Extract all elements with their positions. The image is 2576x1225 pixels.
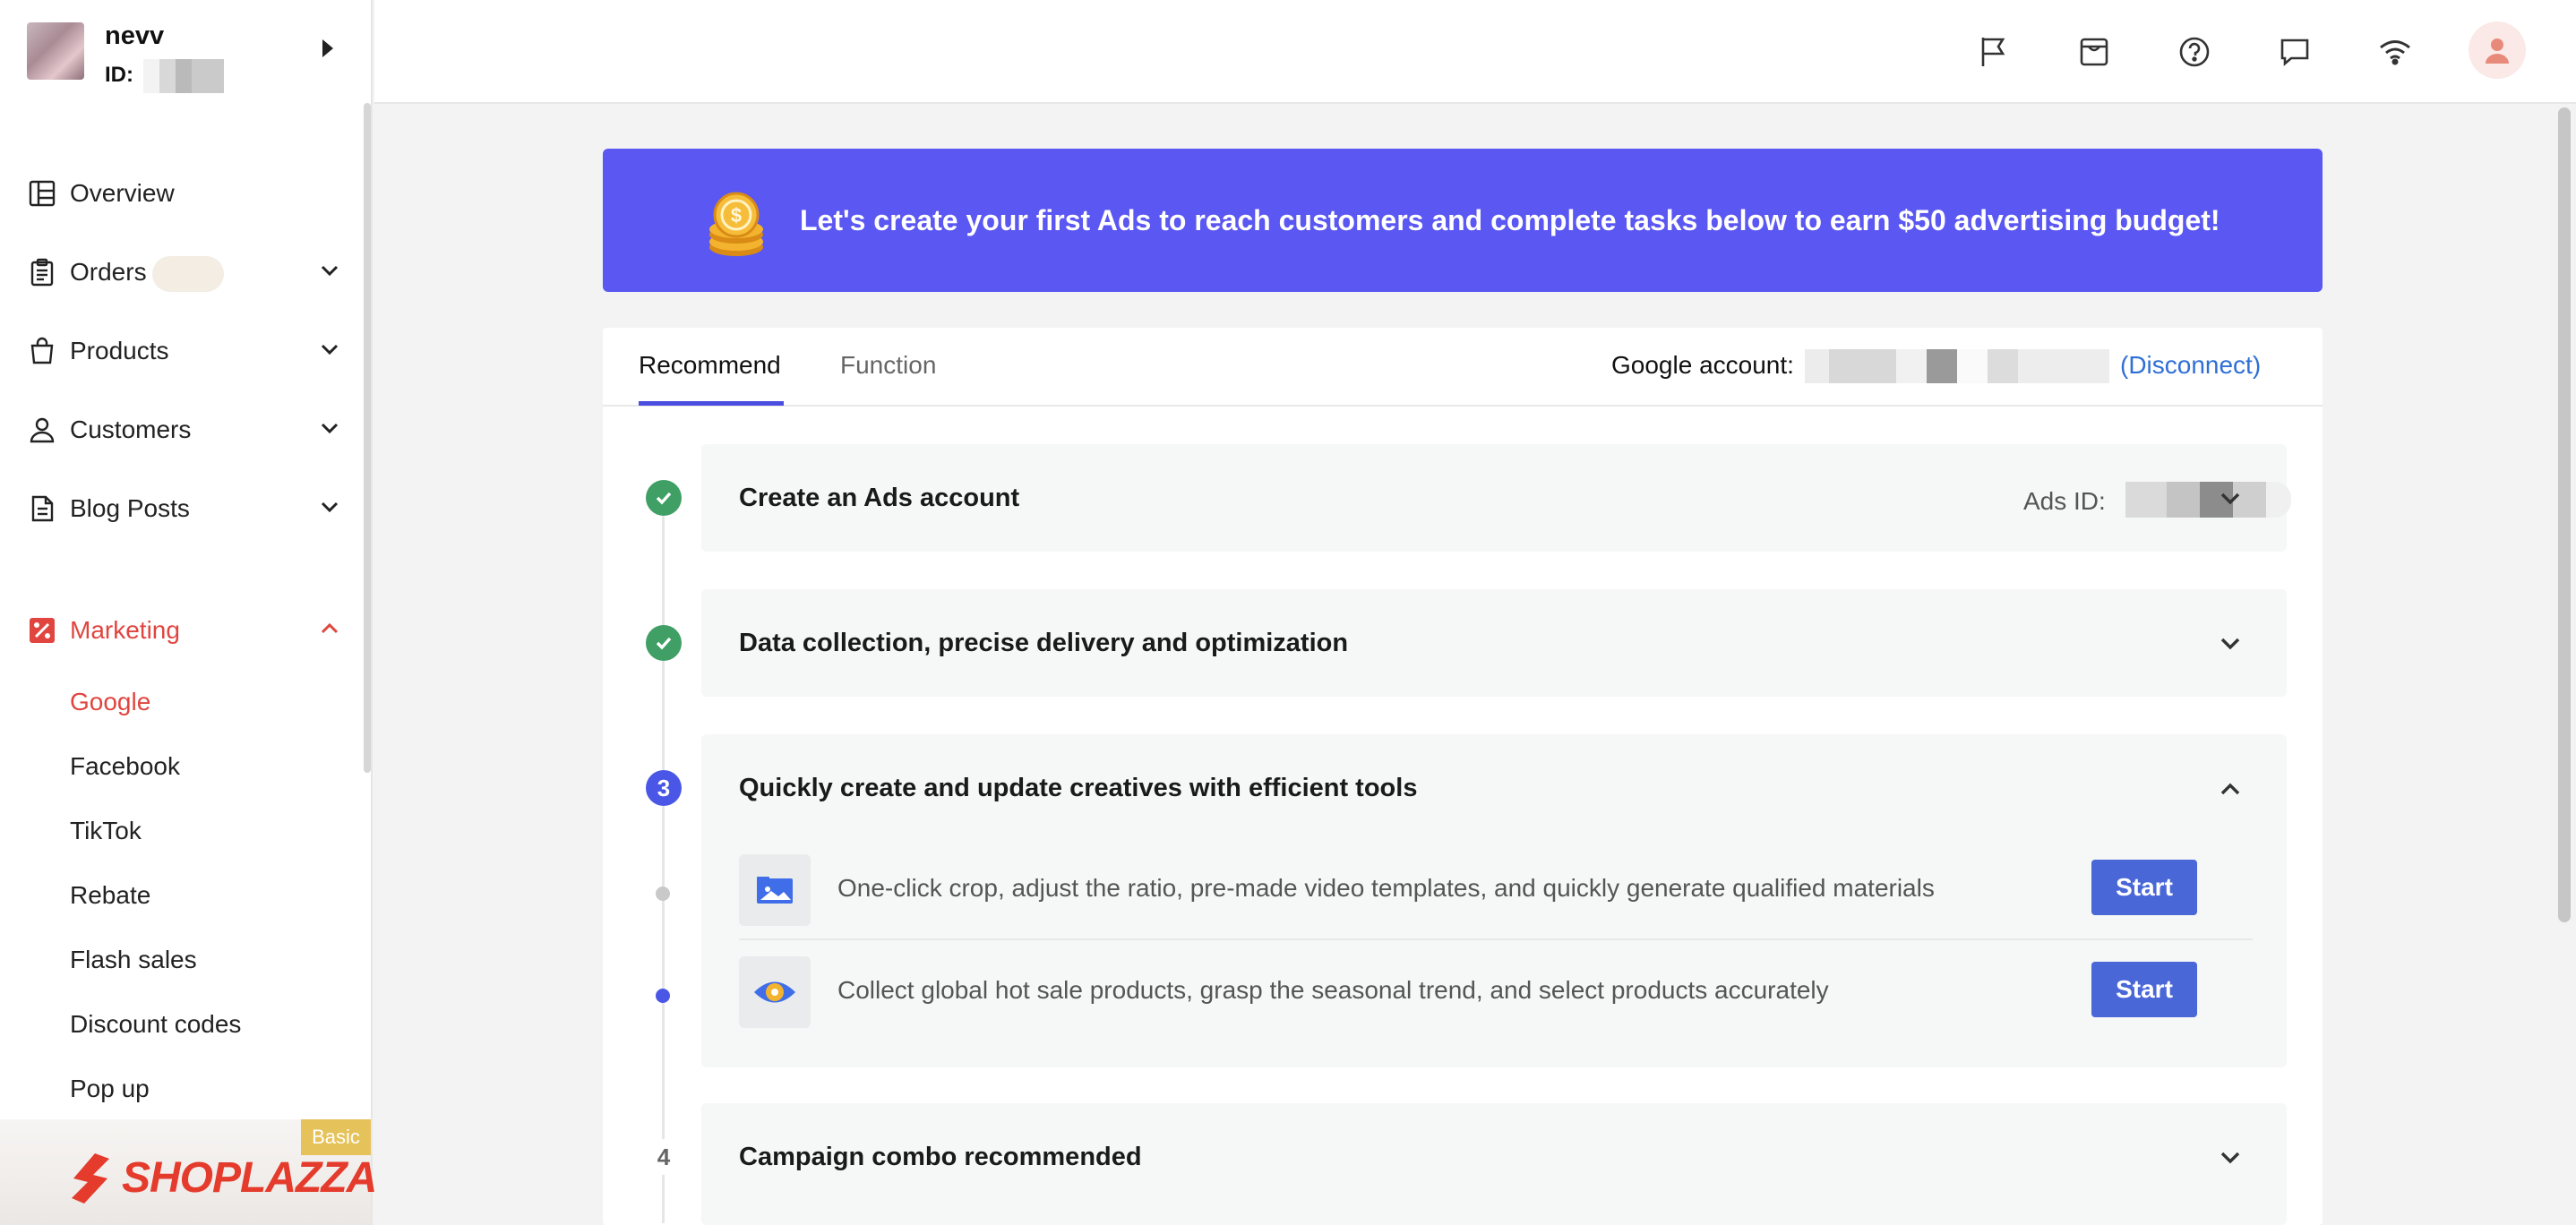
- chevron-down-icon[interactable]: [317, 337, 342, 362]
- person-icon: [27, 415, 57, 445]
- step-card-creatives-tools: Quickly create and update creatives with…: [701, 734, 2287, 1067]
- task-description: One-click crop, adjust the ratio, pre-ma…: [837, 874, 1935, 902]
- disconnect-link[interactable]: (Disconnect): [2120, 351, 2261, 380]
- tab-function[interactable]: Function: [840, 351, 936, 380]
- tab-bar: Recommend Function Google account: (Disc…: [603, 328, 2323, 407]
- chevron-down-icon[interactable]: [2215, 1143, 2245, 1173]
- sidebar-item-label: Marketing: [70, 616, 180, 644]
- caret-right-icon[interactable]: [322, 39, 333, 57]
- chevron-down-icon[interactable]: [2215, 629, 2245, 659]
- active-tab-indicator: [639, 401, 784, 406]
- sidebar-subitem-tiktok[interactable]: TikTok: [0, 799, 358, 863]
- task-row-hot-products: Collect global hot sale products, grasp …: [739, 942, 2253, 1042]
- task-row-creative-materials: One-click crop, adjust the ratio, pre-ma…: [739, 840, 2253, 940]
- ads-task-panel: Recommend Function Google account: (Disc…: [603, 328, 2323, 1225]
- start-button[interactable]: Start: [2091, 962, 2197, 1017]
- shoplazza-logo-icon: [72, 1153, 109, 1204]
- sidebar-item-products[interactable]: Products: [0, 312, 358, 390]
- sidebar-subitem-facebook[interactable]: Facebook: [0, 734, 358, 799]
- message-icon[interactable]: [2277, 34, 2313, 70]
- step-card-campaign-combo[interactable]: Campaign combo recommended: [701, 1103, 2287, 1225]
- chevron-down-icon[interactable]: [317, 258, 342, 283]
- shop-id-redacted: [143, 59, 224, 93]
- ads-id-label: Ads ID:: [2023, 487, 2106, 515]
- sidebar-item-label: Overview: [70, 179, 175, 207]
- shopping-bag-icon: [27, 336, 57, 366]
- top-bar: [374, 0, 2576, 104]
- sidebar-subitem-pop-up[interactable]: Pop up: [0, 1057, 358, 1121]
- chevron-up-icon[interactable]: [317, 616, 342, 641]
- promo-banner: $ Let's create your first Ads to reach c…: [603, 149, 2323, 292]
- sidebar-item-customers[interactable]: Customers: [0, 390, 358, 469]
- image-editor-icon: [739, 854, 811, 926]
- clipboard-icon: [27, 257, 57, 287]
- shop-name: nevv: [105, 21, 165, 50]
- orders-badge-redacted: [152, 256, 224, 292]
- step-title: Create an Ads account: [739, 484, 1020, 512]
- sidebar-item-label: Orders: [70, 258, 147, 286]
- step-card-create-ads-account[interactable]: Create an Ads account Ads ID:: [701, 444, 2291, 552]
- sidebar-subitem-rebate[interactable]: Rebate: [0, 863, 358, 928]
- step-1-check-icon: [646, 480, 682, 516]
- brand-logo-text: SHOPLAZZA: [122, 1154, 377, 1202]
- step-title: Data collection, precise delivery and op…: [739, 629, 1349, 657]
- coin-icon: $: [709, 192, 763, 256]
- sidebar-subitem-discount-codes[interactable]: Discount codes: [0, 992, 358, 1057]
- store-icon[interactable]: [2076, 34, 2112, 70]
- user-avatar[interactable]: [2469, 21, 2526, 79]
- step-card-data-collection[interactable]: Data collection, precise delivery and op…: [701, 589, 2287, 697]
- step-2-check-icon: [646, 625, 682, 661]
- ads-id-redacted: [2125, 482, 2291, 518]
- chevron-up-icon[interactable]: [2215, 774, 2245, 804]
- start-button[interactable]: Start: [2091, 860, 2197, 915]
- task-dot-active: [656, 989, 670, 1003]
- step-3-number: 3: [646, 770, 682, 806]
- sidebar: nevv ID: Overview Orders Products Custom…: [0, 0, 377, 1225]
- sidebar-item-overview[interactable]: Overview: [0, 154, 358, 233]
- wifi-icon[interactable]: [2377, 34, 2413, 70]
- sidebar-scrollbar[interactable]: [364, 103, 371, 773]
- shop-id-label: ID:: [105, 63, 133, 87]
- user-avatar-icon: [2486, 39, 2509, 64]
- plan-badge: Basic: [301, 1119, 371, 1155]
- tab-recommend[interactable]: Recommend: [639, 351, 781, 380]
- document-icon: [27, 493, 57, 524]
- sidebar-nav: Overview Orders Products Customers Blog …: [0, 154, 358, 1121]
- chevron-down-icon[interactable]: [2215, 484, 2245, 514]
- step-timeline: [662, 507, 665, 1223]
- step-title: Campaign combo recommended: [739, 1143, 1142, 1171]
- sidebar-item-label: Blog Posts: [70, 494, 190, 522]
- help-icon[interactable]: [2177, 34, 2212, 70]
- sidebar-item-blog-posts[interactable]: Blog Posts: [0, 469, 358, 548]
- sidebar-footer: Basic SHOPLAZZA: [0, 1119, 377, 1225]
- chevron-down-icon[interactable]: [317, 415, 342, 441]
- shop-profile[interactable]: nevv ID:: [0, 0, 373, 99]
- main-scrollbar[interactable]: [2558, 107, 2571, 922]
- sidebar-item-orders[interactable]: Orders: [0, 233, 358, 312]
- sidebar-item-label: Customers: [70, 415, 192, 443]
- sidebar-subitem-flash-sales[interactable]: Flash sales: [0, 928, 358, 992]
- banner-text: Let's create your first Ads to reach cus…: [800, 204, 2220, 236]
- sidebar-subitem-google[interactable]: Google: [0, 670, 358, 734]
- step-4-number: 4: [646, 1139, 682, 1175]
- dashboard-icon: [27, 178, 57, 209]
- svg-text:$: $: [731, 204, 742, 227]
- flag-icon[interactable]: [1976, 34, 2012, 70]
- sidebar-item-marketing[interactable]: Marketing: [0, 591, 358, 670]
- marketing-icon: [27, 615, 57, 646]
- task-dot-inactive: [656, 887, 670, 901]
- task-description: Collect global hot sale products, grasp …: [837, 976, 1829, 1004]
- google-account-label: Google account:: [1611, 351, 1794, 379]
- chevron-down-icon[interactable]: [317, 494, 342, 519]
- step-title: Quickly create and update creatives with…: [739, 774, 1418, 802]
- shop-avatar: [27, 22, 84, 80]
- eye-icon: [739, 956, 811, 1028]
- google-account-redacted: [1805, 349, 2109, 383]
- sidebar-item-label: Products: [70, 337, 169, 364]
